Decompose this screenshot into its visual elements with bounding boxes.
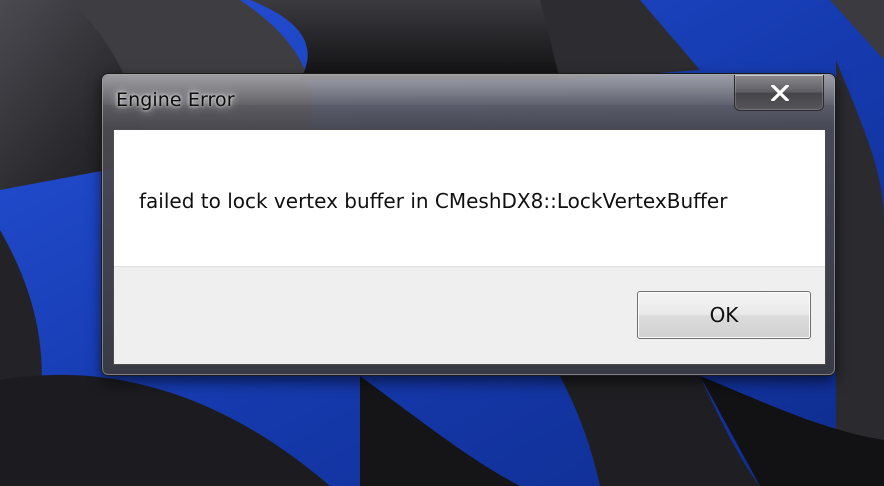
engine-error-dialog: Engine Error failed to lock vertex buffe… xyxy=(101,73,836,376)
window-title: Engine Error xyxy=(116,89,235,111)
error-message: failed to lock vertex buffer in CMeshDX8… xyxy=(139,189,728,213)
ok-button[interactable]: OK xyxy=(637,291,811,339)
dialog-content: failed to lock vertex buffer in CMeshDX8… xyxy=(113,129,826,365)
close-button[interactable] xyxy=(734,75,824,111)
close-icon xyxy=(771,85,789,101)
desktop: Engine Error failed to lock vertex buffe… xyxy=(0,0,884,486)
button-area: OK xyxy=(114,266,825,364)
